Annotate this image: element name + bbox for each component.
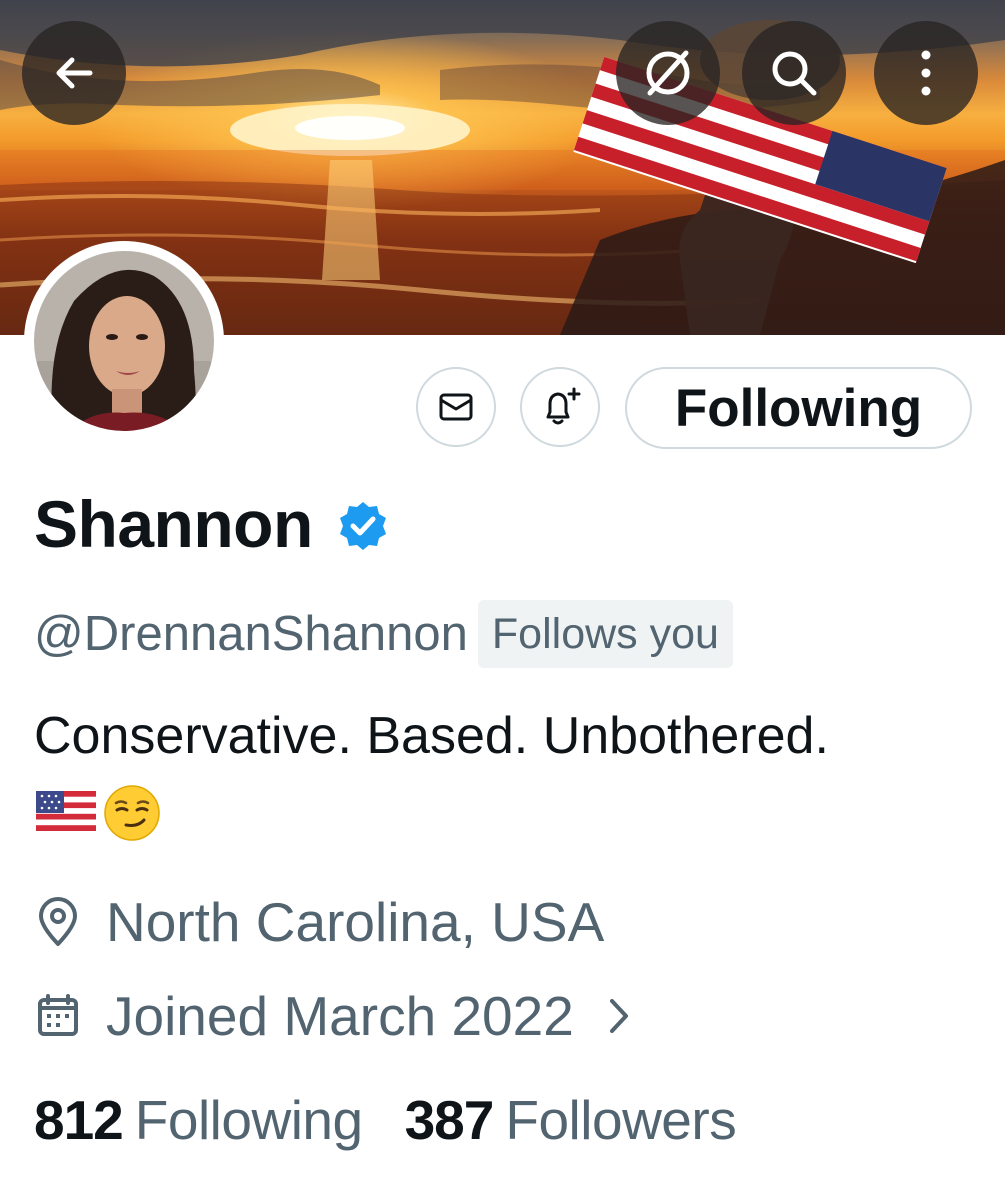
grok-icon (646, 50, 690, 96)
verified-badge-icon[interactable] (337, 500, 389, 552)
location-pin-icon (39, 897, 77, 946)
avatar[interactable] (24, 241, 224, 441)
more-vertical-icon (921, 50, 931, 96)
bio: Conservative. Based. Unbothered. (34, 707, 829, 765)
smirking-face-emoji (104, 785, 160, 841)
joined-row[interactable]: Joined March 2022 (34, 984, 634, 1048)
joined-text: Joined March 2022 (106, 985, 574, 1047)
handle: @DrennanShannon (34, 607, 468, 661)
followers-stat[interactable]: 387 Followers (405, 1088, 737, 1152)
following-count: 812 (34, 1089, 124, 1151)
followers-count: 387 (404, 1089, 495, 1151)
display-name: Shannon (34, 487, 313, 561)
us-flag-emoji (36, 791, 96, 831)
avatar-image (32, 249, 216, 433)
followers-label: Followers (505, 1089, 737, 1151)
notifications-button[interactable] (520, 367, 600, 447)
following-label: Following (134, 1089, 363, 1151)
arrow-left-icon (56, 57, 93, 89)
location-text: North Carolina, USA (106, 891, 605, 953)
message-button[interactable] (416, 367, 496, 447)
handle-row: @DrennanShannon Follows you (34, 600, 733, 668)
following-stat[interactable]: 812 Following (34, 1088, 363, 1152)
chevron-right-icon (609, 999, 628, 1033)
calendar-icon (38, 994, 78, 1036)
follows-you-badge: Follows you (477, 600, 733, 668)
search-icon (772, 51, 817, 96)
location-row: North Carolina, USA (34, 890, 604, 954)
more-button[interactable] (874, 21, 978, 125)
back-button[interactable] (22, 21, 126, 125)
following-button[interactable]: Following (625, 367, 972, 449)
bell-plus-icon (546, 387, 581, 425)
follow-stats: 812 Following 387 Followers (34, 1088, 737, 1152)
mail-icon (439, 393, 473, 421)
bio-emojis (34, 783, 162, 843)
grok-button[interactable] (616, 21, 720, 125)
name-row: Shannon (34, 486, 389, 562)
search-button[interactable] (742, 21, 846, 125)
